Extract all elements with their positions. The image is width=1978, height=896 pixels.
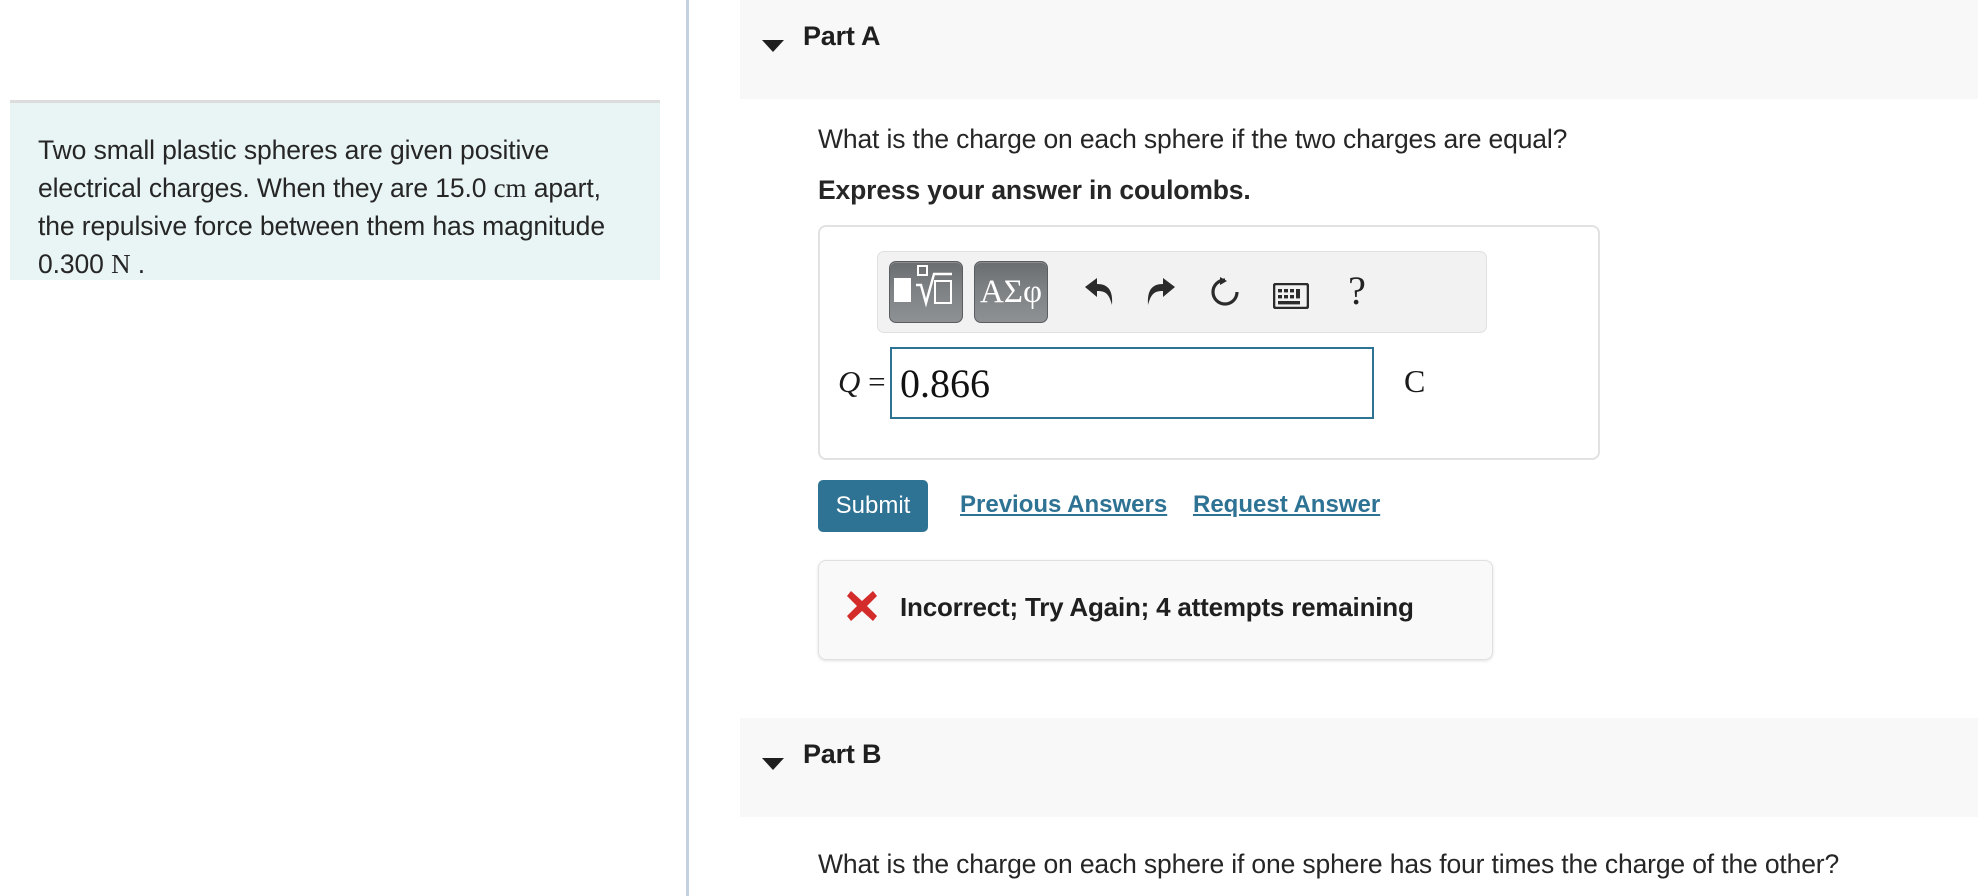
part-b-question-text: What is the charge on each sphere if one… [818, 849, 1840, 879]
undo-button[interactable] [1068, 261, 1130, 323]
problem-line-4b: . [130, 249, 146, 279]
right-pane: Part A What is the charge on each sphere… [689, 0, 1978, 896]
problem-line-2a: electrical charges. When they are 15.0 [38, 173, 494, 203]
unit-cm: cm [493, 173, 527, 203]
feedback-message: Incorrect; Try Again; 4 attempts remaini… [900, 592, 1414, 622]
reset-button[interactable] [1194, 261, 1256, 323]
math-template-icon [894, 265, 952, 308]
answer-equals: = [868, 364, 886, 399]
problem-line-2b: apart, [526, 173, 601, 203]
answer-label: Q = [838, 364, 886, 400]
keyboard-icon [1273, 283, 1309, 309]
unit-newton: N [111, 249, 131, 279]
left-pane: Two small plastic spheres are given posi… [0, 0, 686, 896]
answer-unit: C [1404, 363, 1426, 399]
part-a-header[interactable]: Part A [740, 0, 1978, 99]
submit-button[interactable]: Submit [818, 480, 928, 532]
problem-line-1: Two small plastic spheres are given posi… [38, 135, 550, 165]
answer-variable: Q [838, 364, 861, 399]
redo-icon [1147, 278, 1175, 305]
chevron-down-icon[interactable] [762, 758, 784, 770]
greek-symbols-label: ΑΣφ [979, 274, 1043, 310]
reset-circular-arrow-icon [1211, 277, 1239, 306]
part-b-title: Part B [803, 739, 882, 769]
keyboard-button[interactable] [1260, 261, 1322, 323]
answer-widget: ΑΣφ ? Q = 0.866 C [818, 225, 1600, 460]
part-a-question-text: What is the charge on each sphere if the… [818, 124, 1568, 154]
help-button[interactable]: ? [1326, 261, 1388, 323]
problem-line-3: the repulsive force between them has mag… [38, 211, 605, 241]
feedback-box: Incorrect; Try Again; 4 attempts remaini… [818, 560, 1493, 660]
problem-statement-box: Two small plastic spheres are given posi… [10, 100, 660, 280]
x-mark-icon [847, 591, 877, 621]
part-b-header[interactable]: Part B [740, 718, 1978, 817]
previous-answers-link[interactable]: Previous Answers [960, 491, 1167, 519]
answer-input[interactable] [890, 347, 1374, 419]
problem-statement-text: Two small plastic spheres are given posi… [38, 131, 623, 283]
request-answer-link[interactable]: Request Answer [1193, 491, 1380, 519]
part-a-title: Part A [803, 21, 881, 51]
answer-row: Q = C [820, 347, 1598, 427]
part-a-instruction-text: Express your answer in coulombs. [818, 175, 1251, 205]
question-mark-icon: ? [1348, 268, 1366, 313]
chevron-down-icon[interactable] [762, 40, 784, 52]
math-toolbar: ΑΣφ ? [877, 251, 1487, 333]
redo-button[interactable] [1130, 261, 1192, 323]
greek-symbols-button[interactable]: ΑΣφ [974, 261, 1048, 323]
math-template-button[interactable] [889, 261, 963, 323]
undo-icon [1085, 278, 1113, 305]
problem-line-4a: 0.300 [38, 249, 112, 279]
